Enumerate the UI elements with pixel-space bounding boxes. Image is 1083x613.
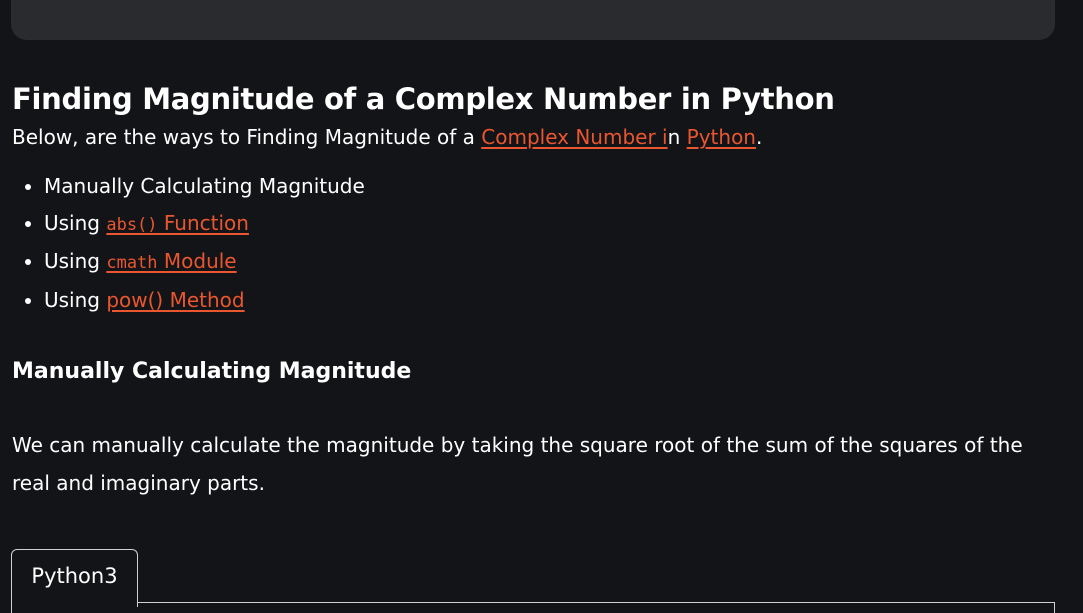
tab-python3[interactable]: Python3 xyxy=(11,549,138,607)
list-item: Using pow() Method xyxy=(44,282,1062,319)
cmath-code: cmath xyxy=(106,253,158,273)
intro-suffix: . xyxy=(755,125,763,149)
pow-method-link[interactable]: pow() Method xyxy=(106,288,244,312)
section-body: We can manually calculate the magnitude … xyxy=(12,433,1023,495)
method-manual-text: Manually Calculating Magnitude xyxy=(44,174,365,198)
cmath-link-rest: Module xyxy=(157,249,237,273)
method-prefix: Using xyxy=(44,210,107,235)
list-item: Using abs() Function xyxy=(44,205,1062,244)
python-link[interactable]: Python xyxy=(687,125,756,149)
code-panel xyxy=(11,602,1055,613)
previous-code-panel xyxy=(11,0,1055,40)
abs-link-rest: Function xyxy=(157,210,249,235)
article-page: Finding Magnitude of a Complex Number in… xyxy=(0,0,1083,613)
method-prefix: Using xyxy=(44,249,107,273)
abs-function-link[interactable]: abs() Function xyxy=(106,211,249,235)
cmath-module-link[interactable]: cmath Module xyxy=(106,249,236,273)
complex-number-link[interactable]: Complex Number i xyxy=(481,125,667,149)
intro-paragraph: Below, are the ways to Finding Magnitude… xyxy=(12,122,1062,152)
list-item: Manually Calculating Magnitude xyxy=(44,168,1062,205)
article-title: Finding Magnitude of a Complex Number in… xyxy=(12,82,835,116)
article-content: Finding Magnitude of a Complex Number in… xyxy=(12,78,1062,502)
methods-list: Manually Calculating Magnitude Using abs… xyxy=(12,168,1062,318)
list-item: Using cmath Module xyxy=(44,243,1062,282)
abs-code: abs() xyxy=(106,214,158,235)
section-heading: Manually Calculating Magnitude xyxy=(12,359,412,384)
method-prefix: Using xyxy=(44,287,107,312)
intro-middle: n xyxy=(667,125,687,149)
intro-prefix: Below, are the ways to Finding Magnitude… xyxy=(12,125,482,149)
